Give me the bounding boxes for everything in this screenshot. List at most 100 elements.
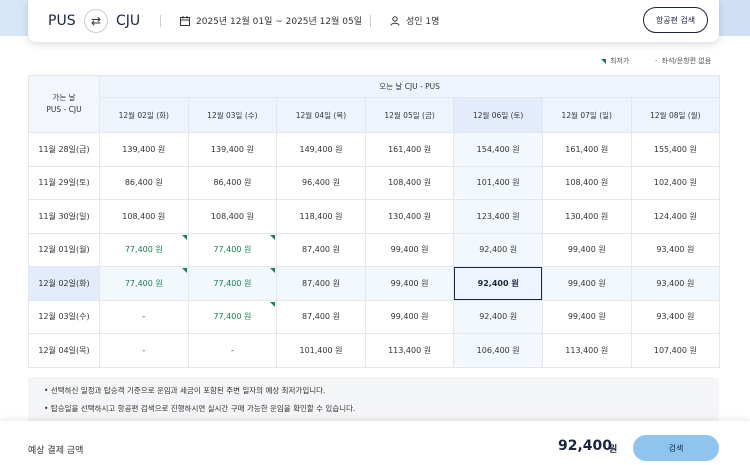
calendar-icon (180, 15, 190, 26)
fare-cell[interactable]: 124,400 원 (630, 199, 721, 234)
return-date-header: 12월 06일 (토) (453, 97, 543, 133)
search-summary-bar: PUS ⇄ CJU 2025년 12월 01일 ~ 2025년 12월 05일 … (28, 0, 719, 42)
fare-cell[interactable]: 123,400 원 (453, 199, 543, 234)
table-row: 12월 02일(화) 77,400 원 77,400 원 87,400 원 99,400… (28, 266, 721, 301)
return-date-header: 12월 05일 (금) (364, 97, 455, 133)
person-icon (390, 15, 400, 26)
estimate-label: 예상 결제 금액 (28, 446, 84, 456)
fare-cell: - (99, 333, 189, 368)
table-row: 12월 04일(목) - -101,400 원 113,400 원 106,400 원1… (28, 333, 721, 368)
destination-airport[interactable]: CJU (116, 13, 140, 29)
departure-date-label: 11월 28일(금) (28, 132, 100, 167)
fare-cell[interactable]: 149,400 원 (276, 132, 366, 167)
fare-cell[interactable]: 77,400 원 (187, 266, 278, 301)
fare-cell[interactable]: 118,400 원 (276, 199, 366, 234)
note-item: 탑승일을 선택하시고 항공편 검색으로 진행하시면 실시간 구매 가능한 운임을… (44, 403, 703, 414)
fare-cell[interactable]: 108,400 원 (541, 165, 632, 200)
legend-none-symbol: - (655, 57, 658, 65)
departure-date-label: 11월 30일(일) (28, 199, 100, 234)
fare-cell[interactable]: 99,400 원 (541, 299, 632, 334)
return-date-header: 12월 04일 (목) (276, 97, 366, 133)
departure-date-label: 12월 02일(화) (28, 266, 100, 301)
table-row: 12월 01일(월) 77,400 원 77,400 원 87,400 원 99,400… (28, 232, 721, 267)
fare-notes: 선택하신 일정과 탑승객 기준으로 운임과 세금이 포함된 주변 일자의 예상 … (28, 377, 719, 427)
fare-cell[interactable]: 96,400 원 (276, 165, 366, 200)
corner-header: 가는 날 PUS - CJU (28, 75, 100, 133)
fare-cell[interactable]: 108,400 원 (99, 199, 189, 234)
note-item: 선택하신 일정과 탑승객 기준으로 운임과 세금이 포함된 주변 일자의 예상 … (44, 385, 703, 396)
departure-date-label: 12월 01일(월) (28, 232, 100, 267)
fare-cell[interactable]: 87,400 원 (276, 232, 366, 267)
passenger-text: 성인 1명 (406, 17, 440, 27)
corner-line2: PUS - CJU (46, 105, 82, 114)
fare-cell[interactable]: 161,400 원 (541, 132, 632, 167)
swap-icon[interactable]: ⇄ (84, 9, 108, 33)
table-row: 11월 29일(토) 86,400 원 86,400 원 96,400 원 108,40… (28, 165, 721, 200)
fare-cell[interactable]: 99,400 원 (541, 266, 632, 301)
fare-cell[interactable]: 92,400 원 (453, 299, 543, 334)
fare-cell[interactable]: 93,400 원 (630, 266, 721, 301)
table-row: 11월 30일(일) 108,400 원 108,400 원 118,400 원 130… (28, 199, 721, 234)
fare-cell[interactable]: 113,400 원 (364, 333, 455, 368)
fare-cell[interactable]: 155,400 원 (630, 132, 721, 167)
legend-none-label: 좌석/운항편 없음 (661, 57, 712, 65)
fare-cell[interactable]: 92,400 원 (453, 266, 543, 301)
departure-date-label: 12월 03일(수) (28, 299, 100, 334)
fare-cell[interactable]: 101,400 원 (453, 165, 543, 200)
fare-cell[interactable]: 107,400 원 (630, 333, 721, 368)
search-button[interactable]: 검색 (633, 435, 719, 461)
return-date-header: 12월 07일 (일) (541, 97, 632, 133)
fare-cell[interactable]: 108,400 원 (364, 165, 455, 200)
divider (370, 15, 371, 27)
fare-cell[interactable]: 87,400 원 (276, 299, 366, 334)
date-range-text: 2025년 12월 01일 ~ 2025년 12월 05일 (196, 17, 363, 27)
return-date-header: 12월 02일 (화) (99, 97, 189, 133)
fare-cell: - (99, 299, 189, 334)
fare-cell[interactable]: 99,400 원 (541, 232, 632, 267)
estimate-amount: 92,400 (558, 438, 613, 454)
fare-cell[interactable]: 77,400 원 (99, 232, 189, 267)
fare-cell[interactable]: 130,400 원 (541, 199, 632, 234)
legend-none: - 좌석/운항편 없음 (655, 56, 711, 66)
fare-cell[interactable]: 99,400 원 (364, 232, 455, 267)
fare-cell[interactable]: 77,400 원 (187, 232, 278, 267)
fare-cell[interactable]: 77,400 원 (99, 266, 189, 301)
fare-cell[interactable]: 139,400 원 (187, 132, 278, 167)
fare-cell[interactable]: 93,400 원 (630, 299, 721, 334)
date-range-field[interactable]: 2025년 12월 01일 ~ 2025년 12월 05일 (180, 14, 362, 27)
divider (160, 15, 161, 27)
table-row: 11월 28일(금) 139,400 원 139,400 원 149,400 원 161… (28, 132, 721, 167)
fare-cell[interactable]: 101,400 원 (276, 333, 366, 368)
fare-cell[interactable]: 130,400 원 (364, 199, 455, 234)
lowest-fare-marker-icon (601, 58, 606, 64)
fare-cell[interactable]: 102,400 원 (630, 165, 721, 200)
return-date-header: 12월 08일 (월) (630, 97, 721, 133)
estimate-unit: 원 (609, 445, 618, 455)
fare-cell[interactable]: 77,400 원 (187, 299, 278, 334)
departure-date-label: 11월 29일(토) (28, 165, 100, 200)
passenger-field[interactable]: 성인 1명 (390, 14, 439, 27)
fare-cell[interactable]: 87,400 원 (276, 266, 366, 301)
origin-airport[interactable]: PUS (48, 13, 76, 29)
fare-cell[interactable]: 93,400 원 (630, 232, 721, 267)
return-header: 오는 날 CJU - PUS (98, 75, 721, 98)
legend-lowest-label: 최저가 (610, 57, 630, 65)
table-row: 12월 03일(수) -77,400 원 87,400 원 99,400 원 92,40… (28, 299, 721, 334)
fare-cell: - (187, 333, 278, 368)
fare-cell[interactable]: 161,400 원 (364, 132, 455, 167)
fare-cell[interactable]: 106,400 원 (453, 333, 543, 368)
search-flight-button[interactable]: 항공편 검색 (643, 7, 708, 33)
corner-line1: 가는 날 (52, 93, 76, 102)
departure-date-label: 12월 04일(목) (28, 333, 100, 368)
bottom-bar: 예상 결제 금액 92,400 원 검색 (0, 421, 750, 465)
fare-cell[interactable]: 92,400 원 (453, 232, 543, 267)
return-date-header: 12월 03일 (수) (187, 97, 278, 133)
fare-cell[interactable]: 86,400 원 (99, 165, 189, 200)
fare-cell[interactable]: 99,400 원 (364, 266, 455, 301)
fare-cell[interactable]: 154,400 원 (453, 132, 543, 167)
fare-cell[interactable]: 139,400 원 (99, 132, 189, 167)
fare-cell[interactable]: 113,400 원 (541, 333, 632, 368)
fare-cell[interactable]: 86,400 원 (187, 165, 278, 200)
fare-cell[interactable]: 99,400 원 (364, 299, 455, 334)
fare-cell[interactable]: 108,400 원 (187, 199, 278, 234)
